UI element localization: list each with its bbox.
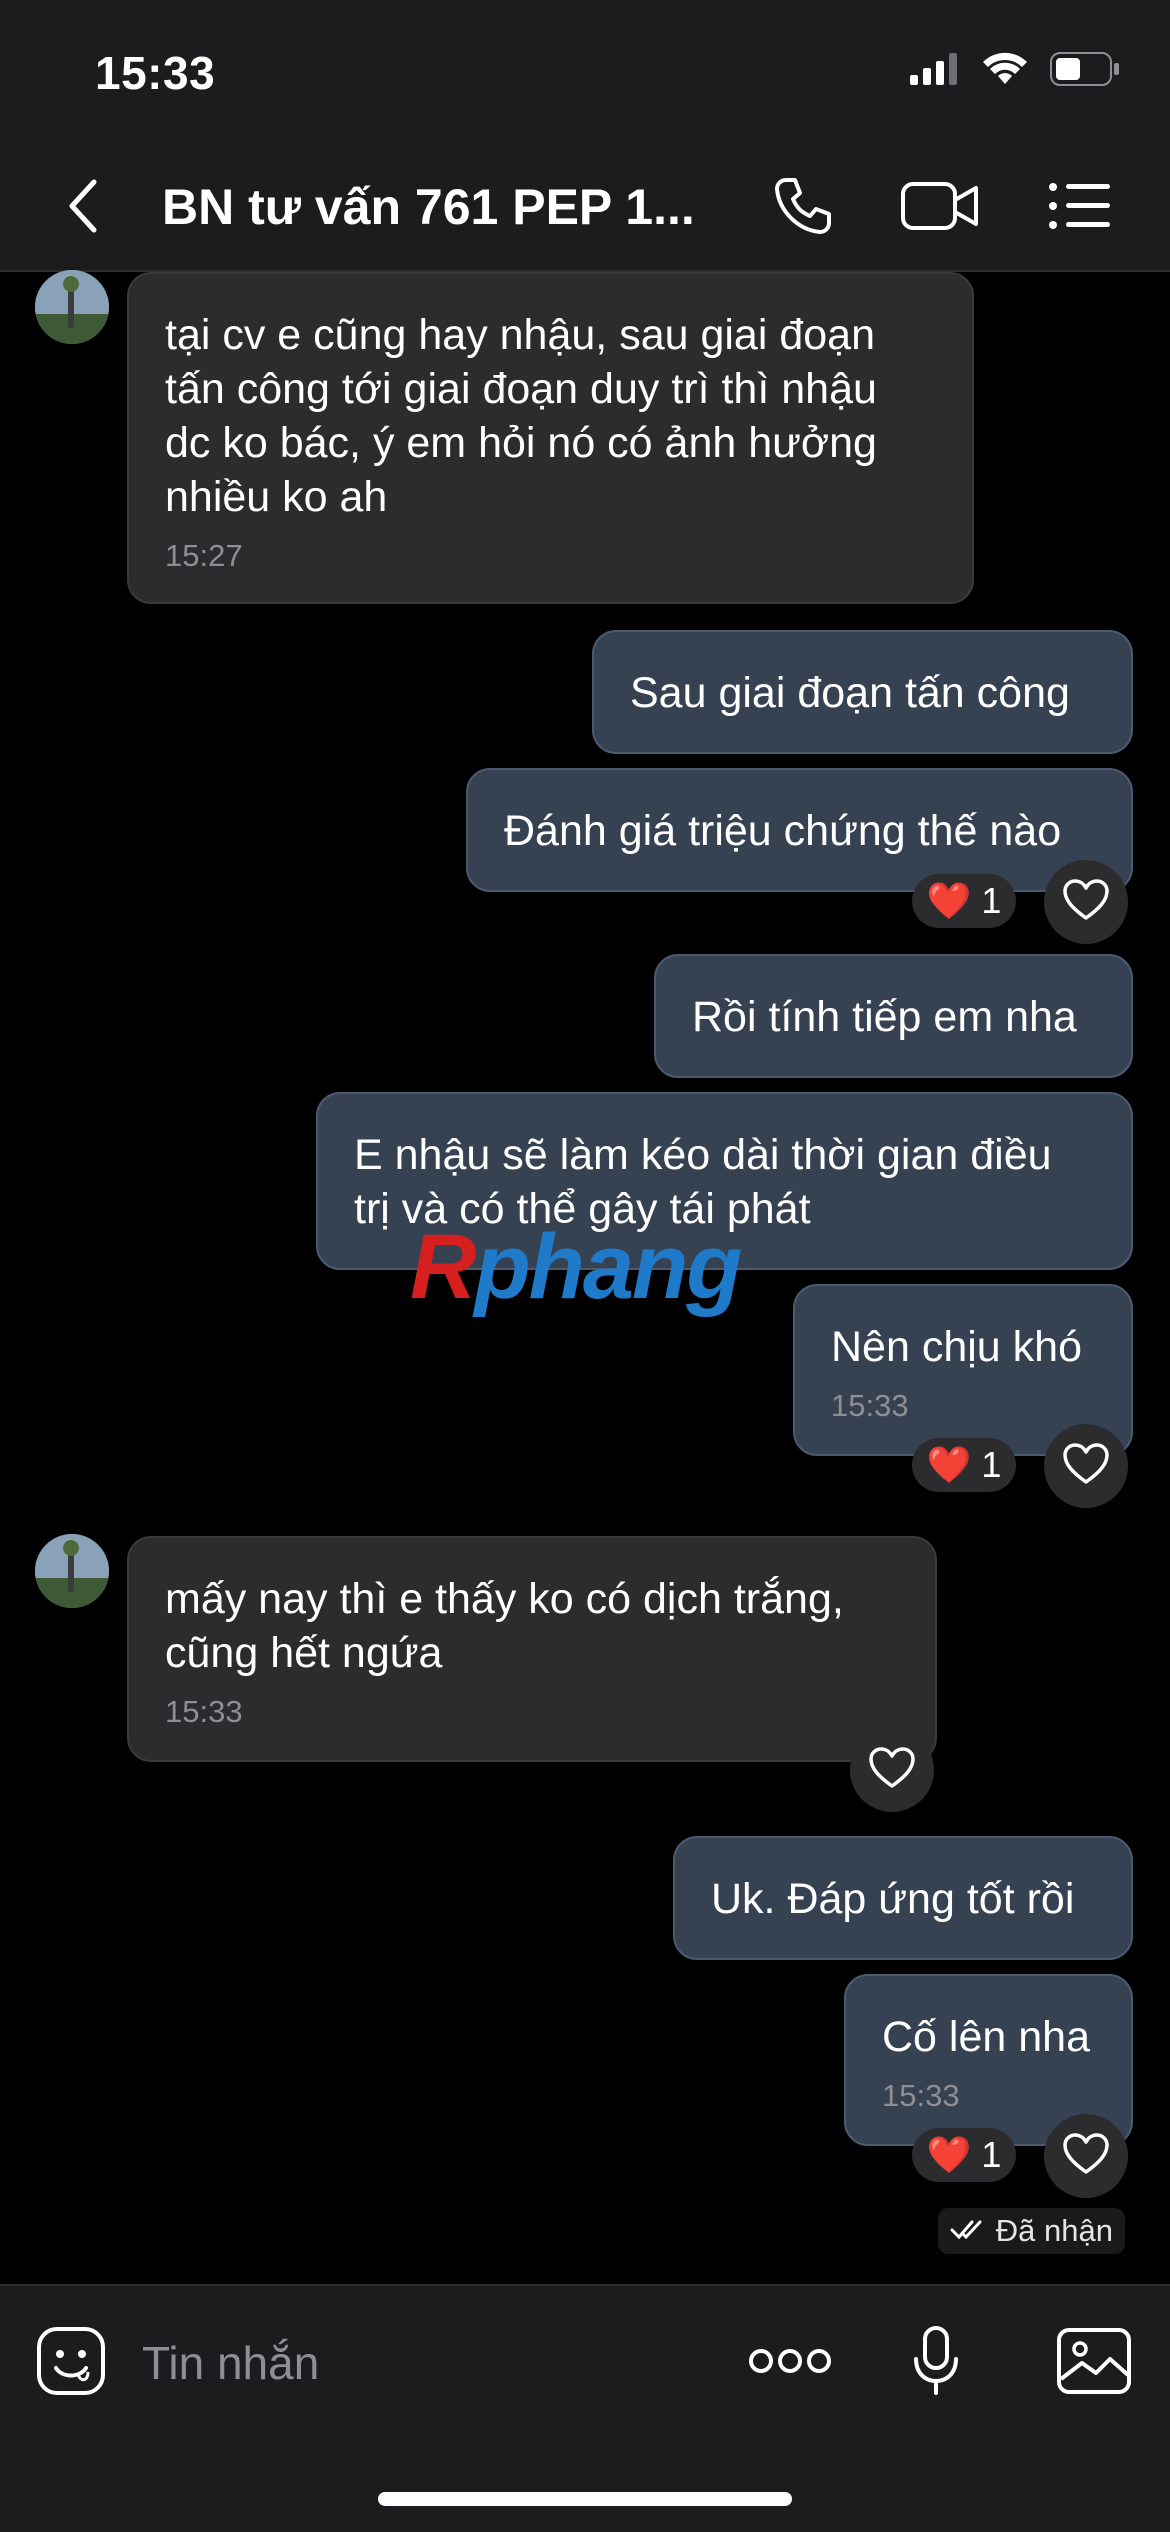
phone-icon: [772, 175, 834, 242]
message-text: Cố lên nha: [882, 2013, 1090, 2061]
watermark-part-1: R: [410, 1216, 476, 1318]
message-text: cũng hết ngứa: [165, 1629, 443, 1677]
receipt-label: Đã nhận: [995, 2213, 1113, 2248]
message-time: 15:27: [165, 538, 243, 573]
reaction-count: 1: [981, 2134, 1002, 2175]
message-text: tại cv e cũng hay nhậu, sau giai đoạn: [165, 311, 876, 359]
voice-record-button[interactable]: [908, 2324, 964, 2402]
message-bubble-outgoing[interactable]: Đánh giá triệu chứng thế nào: [466, 768, 1133, 892]
double-check-icon: [950, 2213, 988, 2249]
status-bar: 15:33: [0, 0, 1170, 140]
reaction-badge[interactable]: ❤️ 1: [912, 874, 1016, 928]
like-button[interactable]: [1044, 2114, 1128, 2198]
like-button[interactable]: [850, 1728, 934, 1812]
message-text: tấn công tới giai đoạn duy trì thì nhậu: [165, 365, 877, 413]
back-button[interactable]: [60, 176, 110, 236]
watermark: Rphang: [410, 1215, 742, 1320]
video-call-icon: [900, 178, 980, 239]
heart-outline-icon: [1062, 1442, 1110, 1491]
message-time: 15:33: [882, 2078, 960, 2113]
reaction-count: 1: [981, 1444, 1002, 1485]
like-button[interactable]: [1044, 860, 1128, 944]
microphone-icon: [911, 2325, 961, 2402]
message-text: Rồi tính tiếp em nha: [692, 993, 1077, 1041]
message-text: Đánh giá triệu chứng thế nào: [504, 807, 1062, 855]
message-bubble-incoming[interactable]: tại cv e cũng hay nhậu, sau giai đoạn tấ…: [127, 272, 974, 604]
heart-outline-icon: [868, 1746, 916, 1795]
back-icon: [60, 179, 110, 240]
message-time: 15:33: [165, 1694, 243, 1729]
call-button[interactable]: [770, 176, 836, 240]
message-text: dc ko bác, ý em hỏi nó có ảnh hưởng: [165, 419, 877, 467]
message-text: nhiều ko ah: [165, 473, 388, 521]
heart-outline-icon: [1062, 878, 1110, 927]
heart-reaction-icon: ❤️: [926, 2134, 972, 2175]
like-button[interactable]: [1044, 1424, 1128, 1508]
heart-reaction-icon: ❤️: [926, 1444, 972, 1485]
cellular-signal-icon: [910, 53, 960, 90]
avatar[interactable]: [35, 270, 109, 344]
video-call-button[interactable]: [900, 176, 980, 240]
message-text: Sau giai đoạn tấn công: [630, 669, 1070, 717]
message-input-bar: Tin nhắn: [0, 2284, 1170, 2532]
battery-icon: [1050, 52, 1120, 91]
message-text: E nhậu sẽ làm kéo dài thời gian điều: [354, 1131, 1052, 1179]
message-text: Nên chịu khó: [831, 1323, 1082, 1371]
watermark-part-2: phang: [474, 1216, 742, 1318]
heart-outline-icon: [1062, 2132, 1110, 2181]
sticker-button[interactable]: [34, 2324, 108, 2402]
chat-menu-button[interactable]: [1048, 176, 1112, 240]
more-dots-icon: [748, 2346, 832, 2381]
sticker-icon: [36, 2326, 106, 2401]
image-gallery-icon: [1056, 2327, 1132, 2400]
status-icons: [910, 52, 1120, 91]
delivery-receipt: Đã nhận: [937, 2208, 1125, 2254]
reaction-badge[interactable]: ❤️ 1: [912, 2128, 1016, 2182]
avatar[interactable]: [35, 1534, 109, 1608]
gallery-button[interactable]: [1056, 2324, 1132, 2402]
message-bubble-outgoing[interactable]: Rồi tính tiếp em nha: [654, 954, 1133, 1078]
status-time: 15:33: [95, 47, 216, 99]
home-indicator[interactable]: [378, 2492, 792, 2506]
message-text: Uk. Đáp ứng tốt rồi: [711, 1875, 1075, 1923]
reaction-badge[interactable]: ❤️ 1: [912, 1438, 1016, 1492]
chat-title[interactable]: BN tư vấn 761 PEP 1...: [162, 178, 695, 236]
message-bubble-outgoing[interactable]: Sau giai đoạn tấn công: [592, 630, 1133, 754]
message-time: 15:33: [831, 1388, 909, 1423]
message-bubble-outgoing[interactable]: Uk. Đáp ứng tốt rồi: [673, 1836, 1133, 1960]
message-text: mấy nay thì e thấy ko có dịch trắng,: [165, 1575, 844, 1623]
reaction-count: 1: [981, 880, 1002, 921]
message-bubble-incoming[interactable]: mấy nay thì e thấy ko có dịch trắng, cũn…: [127, 1536, 937, 1762]
heart-reaction-icon: ❤️: [926, 880, 972, 921]
message-input[interactable]: Tin nhắn: [142, 2336, 319, 2390]
chat-header: BN tư vấn 761 PEP 1...: [0, 140, 1170, 272]
menu-list-icon: [1048, 181, 1112, 236]
more-options-button[interactable]: [748, 2324, 832, 2402]
wifi-icon: [982, 52, 1028, 91]
